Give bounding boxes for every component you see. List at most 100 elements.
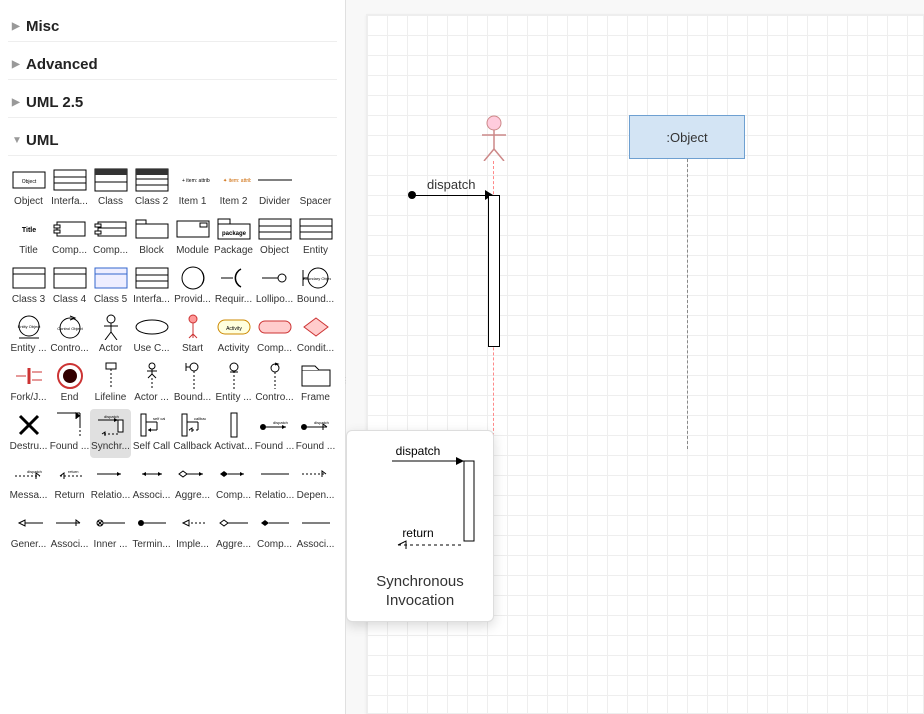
shape-item[interactable]: Relatio... — [90, 458, 131, 507]
shape-item[interactable]: ✦ item: attributeItem 2 — [213, 164, 254, 213]
shape-item[interactable]: Spacer — [295, 164, 336, 213]
shape-thumb-icon — [175, 313, 211, 341]
section-uml25[interactable]: ▶ UML 2.5 — [8, 88, 337, 118]
shape-label: Found ... — [49, 441, 90, 456]
shape-item[interactable]: Termin... — [131, 507, 172, 556]
shape-label: Start — [172, 343, 213, 358]
canvas-area[interactable]: :Object dispatch dispatch return Synchro… — [346, 0, 924, 714]
shape-thumb-icon — [216, 411, 252, 439]
shape-item[interactable]: Interfa... — [49, 164, 90, 213]
shape-item[interactable]: Block — [131, 213, 172, 262]
shape-item[interactable]: Start — [172, 311, 213, 360]
shape-item[interactable]: Depen... — [295, 458, 336, 507]
shape-item[interactable]: Gener... — [8, 507, 49, 556]
shape-item[interactable]: Provid... — [172, 262, 213, 311]
shape-item[interactable]: dispatchFound ... — [295, 409, 336, 458]
shape-item[interactable]: Divider — [254, 164, 295, 213]
shape-thumb-icon — [175, 264, 211, 292]
shape-item[interactable]: Frame — [295, 360, 336, 409]
shape-item[interactable]: Bound... — [172, 360, 213, 409]
shape-item[interactable]: Comp... — [213, 458, 254, 507]
shape-item[interactable]: Actor — [90, 311, 131, 360]
shape-label: Synchr... — [90, 441, 131, 456]
shape-item[interactable]: Relatio... — [254, 458, 295, 507]
shape-item[interactable]: Requir... — [213, 262, 254, 311]
shape-label: Destru... — [8, 441, 49, 456]
object-lifeline[interactable] — [687, 159, 688, 449]
shape-item[interactable]: Class — [90, 164, 131, 213]
shape-item[interactable]: Lifeline — [90, 360, 131, 409]
shape-item[interactable]: Associ... — [131, 458, 172, 507]
shape-item[interactable]: Entity ObjectEntity ... — [8, 311, 49, 360]
section-uml[interactable]: ▼ UML — [8, 126, 337, 156]
shape-label: End — [49, 392, 90, 407]
shape-item[interactable]: Aggre... — [172, 458, 213, 507]
section-advanced[interactable]: ▶ Advanced — [8, 50, 337, 80]
shape-item[interactable]: Imple... — [172, 507, 213, 556]
shape-label: Class 5 — [90, 294, 131, 309]
shape-item[interactable]: Associ... — [49, 507, 90, 556]
shape-label: Bound... — [295, 294, 336, 309]
shape-item[interactable]: Lollipo... — [254, 262, 295, 311]
shape-item[interactable]: ActivityActivity — [213, 311, 254, 360]
shape-item[interactable]: Control ObjectContro... — [49, 311, 90, 360]
shape-thumb-icon — [93, 509, 129, 537]
shape-item[interactable]: ObjectObject — [8, 164, 49, 213]
shape-item[interactable]: dispatchFound ... — [254, 409, 295, 458]
dispatch-arrow-line[interactable] — [410, 195, 490, 196]
shape-item[interactable]: self callSelf Call — [131, 409, 172, 458]
section-misc[interactable]: ▶ Misc — [8, 12, 337, 42]
object-box[interactable]: :Object — [629, 115, 745, 159]
shape-item[interactable]: Fork/J... — [8, 360, 49, 409]
shape-item[interactable]: Activat... — [213, 409, 254, 458]
activation-bar[interactable] — [488, 195, 500, 347]
section-advanced-label: Advanced — [26, 56, 98, 73]
shape-label: Class 3 — [8, 294, 49, 309]
shape-thumb-icon — [52, 215, 88, 243]
shape-label: Contro... — [49, 343, 90, 358]
shape-item[interactable]: Aggre... — [213, 507, 254, 556]
shape-item[interactable]: callbackCallback — [172, 409, 213, 458]
shape-item[interactable]: Comp... — [49, 213, 90, 262]
shape-item[interactable]: + item: attributeItem 1 — [172, 164, 213, 213]
shape-item[interactable]: TitleTitle — [8, 213, 49, 262]
shapes-sidebar[interactable]: ▶ Misc ▶ Advanced ▶ UML 2.5 ▼ UML Object… — [0, 0, 346, 714]
shape-item[interactable]: Class 3 — [8, 262, 49, 311]
shape-thumb-icon — [93, 313, 129, 341]
shape-item[interactable]: Comp... — [90, 213, 131, 262]
shape-item[interactable]: Class 4 — [49, 262, 90, 311]
shape-item[interactable]: returnReturn — [49, 458, 90, 507]
shape-item[interactable]: packagePackage — [213, 213, 254, 262]
shape-item[interactable]: dispatchSynchr... — [90, 409, 131, 458]
shape-item[interactable]: Inner ... — [90, 507, 131, 556]
shape-item[interactable]: Comp... — [254, 311, 295, 360]
shape-item[interactable]: End — [49, 360, 90, 409]
shape-item[interactable]: dispatchMessa... — [8, 458, 49, 507]
shape-item[interactable]: Object — [254, 213, 295, 262]
shape-item[interactable]: Entity — [295, 213, 336, 262]
chevron-down-icon: ▼ — [12, 135, 22, 146]
shape-item[interactable]: Use C... — [131, 311, 172, 360]
shape-label: Comp... — [254, 539, 295, 554]
shape-item[interactable]: Actor ... — [131, 360, 172, 409]
shape-item[interactable]: Destru... — [8, 409, 49, 458]
svg-text:self call: self call — [153, 416, 165, 421]
shape-thumb-icon — [298, 215, 334, 243]
shape-item[interactable]: Entity ... — [213, 360, 254, 409]
shape-item[interactable]: Associ... — [295, 507, 336, 556]
shape-item[interactable]: Comp... — [254, 507, 295, 556]
shape-thumb-icon — [175, 362, 211, 390]
shape-thumb-icon — [257, 362, 293, 390]
svg-text:callback: callback — [194, 416, 206, 421]
shape-item[interactable]: Condit... — [295, 311, 336, 360]
shape-item[interactable]: Boundary ObjectBound... — [295, 262, 336, 311]
shape-item[interactable]: Interfa... — [131, 262, 172, 311]
shape-item[interactable]: Class 2 — [131, 164, 172, 213]
shape-item[interactable]: Class 5 — [90, 262, 131, 311]
shape-item[interactable]: Contro... — [254, 360, 295, 409]
actor-shape[interactable] — [479, 115, 509, 164]
shape-label: Class 4 — [49, 294, 90, 309]
shape-item[interactable]: Found ... — [49, 409, 90, 458]
shape-item[interactable]: Module — [172, 213, 213, 262]
shape-thumb-icon — [93, 362, 129, 390]
